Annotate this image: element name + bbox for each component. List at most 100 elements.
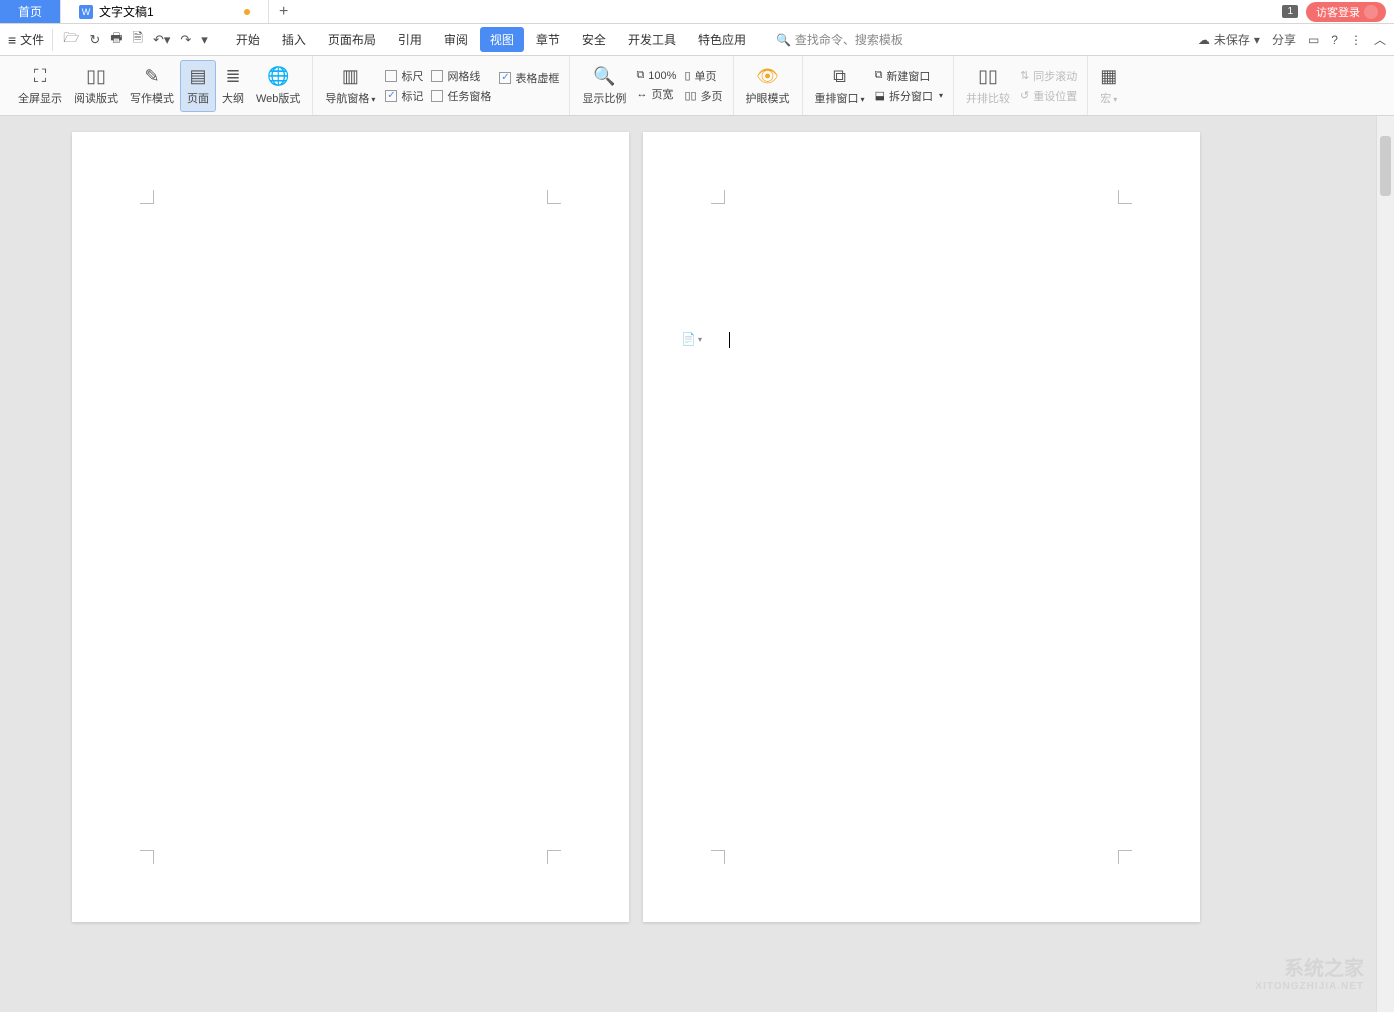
margin-corner-icon — [1118, 190, 1132, 204]
group-show: ▥ 导航窗格▾ 标尺 标记 网格线 任务窗格 表格虚框 x — [313, 56, 570, 115]
margin-corner-icon — [140, 850, 154, 864]
ruler-label: 标尺 — [401, 68, 423, 84]
reset-pos-label: 重设位置 — [1033, 88, 1077, 104]
zoom-button[interactable]: 🔍 显示比例 — [576, 60, 632, 112]
outline-button[interactable]: ≣大纲 — [216, 60, 250, 112]
print-preview-icon[interactable]: 🗎 — [133, 29, 143, 51]
zoom-100-label: 100% — [648, 70, 676, 82]
new-window-button[interactable]: ⧉新建窗口 — [875, 68, 943, 84]
taskpane-checkbox[interactable]: 任务窗格 — [431, 88, 491, 104]
notification-badge[interactable]: 1 — [1282, 5, 1298, 18]
file-menu[interactable]: 文件 — [20, 31, 44, 48]
tab-document[interactable]: W 文字文稿1 — [61, 0, 269, 23]
tab-security[interactable]: 安全 — [572, 27, 616, 52]
menu-bar: ≡ 文件 🗁 ↻ 🖶 🗎 ↶▾ ↷ ▾ 开始 插入 页面布局 引用 审阅 视图 … — [0, 24, 1394, 56]
web-layout-button[interactable]: 🌐Web版式 — [250, 60, 306, 112]
sync-scroll-button: ⇅同步滚动 — [1020, 68, 1077, 84]
zoom-100-icon: ⧉ — [636, 69, 644, 82]
ribbon-view: ⛶全屏显示 ▯▯ 阅读版式 ✎写作模式 ▤页面 ≣大纲 🌐Web版式 ▥ 导航窗格▾… — [0, 56, 1394, 116]
outline-icon: ≣ — [225, 66, 240, 88]
tab-home[interactable]: 首页 — [0, 0, 61, 23]
nav-pane-icon: ▥ — [342, 66, 359, 88]
table-guides-label: 表格虚框 — [515, 70, 559, 86]
multi-page-button[interactable]: ▯▯多页 — [684, 88, 722, 104]
save-icon[interactable]: 🗁 — [63, 29, 79, 51]
quick-access-toolbar: 🗁 ↻ 🖶 🗎 ↶▾ ↷ ▾ — [52, 29, 218, 51]
redo-icon[interactable]: ↷ — [180, 32, 191, 48]
page-width-button[interactable]: ↔页宽 — [636, 86, 676, 102]
checkbox-icon — [385, 70, 397, 82]
tab-developer[interactable]: 开发工具 — [618, 27, 686, 52]
split-window-button[interactable]: ⬓拆分窗口▾ — [875, 88, 943, 104]
eye-care-button[interactable]: 👁护眼模式 — [740, 60, 796, 112]
macro-button: ▦宏▾ — [1094, 60, 1123, 112]
tab-view[interactable]: 视图 — [480, 27, 524, 52]
read-layout-button[interactable]: ▯▯ 阅读版式 — [68, 60, 124, 112]
save-status[interactable]: ☁未保存 ▾ — [1198, 31, 1260, 48]
chevron-down-icon: ▾ — [939, 91, 943, 100]
one-page-label: 单页 — [695, 68, 717, 84]
undo-icon[interactable]: ↶▾ — [153, 32, 170, 48]
one-page-button[interactable]: ▯单页 — [684, 68, 722, 84]
page-view-button[interactable]: ▤页面 — [180, 60, 216, 112]
new-tab-button[interactable]: + — [269, 0, 299, 23]
compare-icon: ▯▯ — [978, 66, 998, 88]
ruler-checkbox[interactable]: 标尺 — [385, 68, 423, 84]
help-icon[interactable]: ? — [1331, 33, 1338, 47]
markup-checkbox[interactable]: 标记 — [385, 88, 423, 104]
macro-label: 宏▾ — [1100, 90, 1117, 106]
fullscreen-button[interactable]: ⛶全屏显示 — [12, 60, 68, 112]
tab-references[interactable]: 引用 — [388, 27, 432, 52]
show-checkboxes-col2: 网格线 任务窗格 — [427, 68, 495, 104]
tab-page-layout[interactable]: 页面布局 — [318, 27, 386, 52]
hamburger-icon[interactable]: ≡ — [8, 32, 16, 48]
tab-start[interactable]: 开始 — [226, 27, 270, 52]
write-mode-button[interactable]: ✎写作模式 — [124, 60, 180, 112]
tab-section[interactable]: 章节 — [526, 27, 570, 52]
nav-pane-button[interactable]: ▥ 导航窗格▾ — [319, 60, 381, 112]
window-icon[interactable]: ▭ — [1308, 33, 1319, 47]
search-icon: 🔍 — [776, 33, 791, 47]
tab-document-label: 文字文稿1 — [99, 3, 154, 20]
avatar-icon — [1364, 5, 1378, 19]
group-view-modes: ⛶全屏显示 ▯▯ 阅读版式 ✎写作模式 ▤页面 ≣大纲 🌐Web版式 — [6, 56, 313, 115]
read-layout-icon: ▯▯ — [86, 66, 106, 88]
command-search[interactable]: 🔍 查找命令、搜索模板 — [776, 31, 903, 48]
group-macro: ▦宏▾ — [1088, 56, 1129, 115]
checkbox-checked-icon — [385, 90, 397, 102]
qa-dropdown-icon[interactable]: ▾ — [201, 32, 208, 48]
table-guides-checkbox[interactable]: 表格虚框 — [499, 70, 559, 86]
guest-login-button[interactable]: 访客登录 — [1306, 2, 1386, 22]
more-icon[interactable]: ⋮ — [1350, 33, 1362, 47]
tab-special[interactable]: 特色应用 — [688, 27, 756, 52]
tab-insert[interactable]: 插入 — [272, 27, 316, 52]
page-view-icon: ▤ — [189, 66, 206, 88]
show-checkboxes-col3: 表格虚框 x — [495, 70, 563, 102]
watermark-url: XITONGZHIJIA.NET — [1255, 981, 1364, 992]
compare-col: ⇅同步滚动 ↺重设位置 — [1016, 68, 1081, 104]
unsaved-label: 未保存 — [1214, 31, 1250, 48]
read-layout-label: 阅读版式 — [74, 90, 118, 106]
page-2[interactable]: 📄▾ — [643, 132, 1200, 922]
window-col: ⧉新建窗口 ⬓拆分窗口▾ — [871, 68, 947, 104]
tab-bar: 首页 W 文字文稿1 + 1 访客登录 — [0, 0, 1394, 24]
zoom-icon: 🔍 — [593, 66, 615, 88]
collapse-ribbon-icon[interactable]: ︿ — [1374, 31, 1386, 48]
paste-context-icon[interactable]: 📄▾ — [681, 332, 702, 346]
nav-pane-label: 导航窗格▾ — [325, 90, 375, 106]
page-1[interactable] — [72, 132, 629, 922]
scrollbar-thumb[interactable] — [1380, 136, 1391, 196]
zoom-label: 显示比例 — [582, 90, 626, 106]
checkbox-icon — [431, 70, 443, 82]
gridlines-checkbox[interactable]: 网格线 — [431, 68, 491, 84]
vertical-scrollbar[interactable] — [1376, 116, 1394, 1012]
zoom-100-button[interactable]: ⧉ 100% — [636, 69, 676, 82]
refresh-icon[interactable]: ↻ — [89, 32, 100, 48]
group-zoom: 🔍 显示比例 ⧉ 100% ↔页宽 ▯单页 ▯▯多页 — [570, 56, 733, 115]
print-icon[interactable]: 🖶 — [110, 29, 122, 51]
share-button[interactable]: 分享 — [1272, 31, 1296, 48]
rearrange-window-button[interactable]: ⧉重排窗口▾ — [809, 60, 871, 112]
tab-review[interactable]: 审阅 — [434, 27, 478, 52]
rearrange-label: 重排窗口▾ — [815, 90, 865, 106]
document-canvas[interactable]: 📄▾ — [0, 116, 1376, 1012]
